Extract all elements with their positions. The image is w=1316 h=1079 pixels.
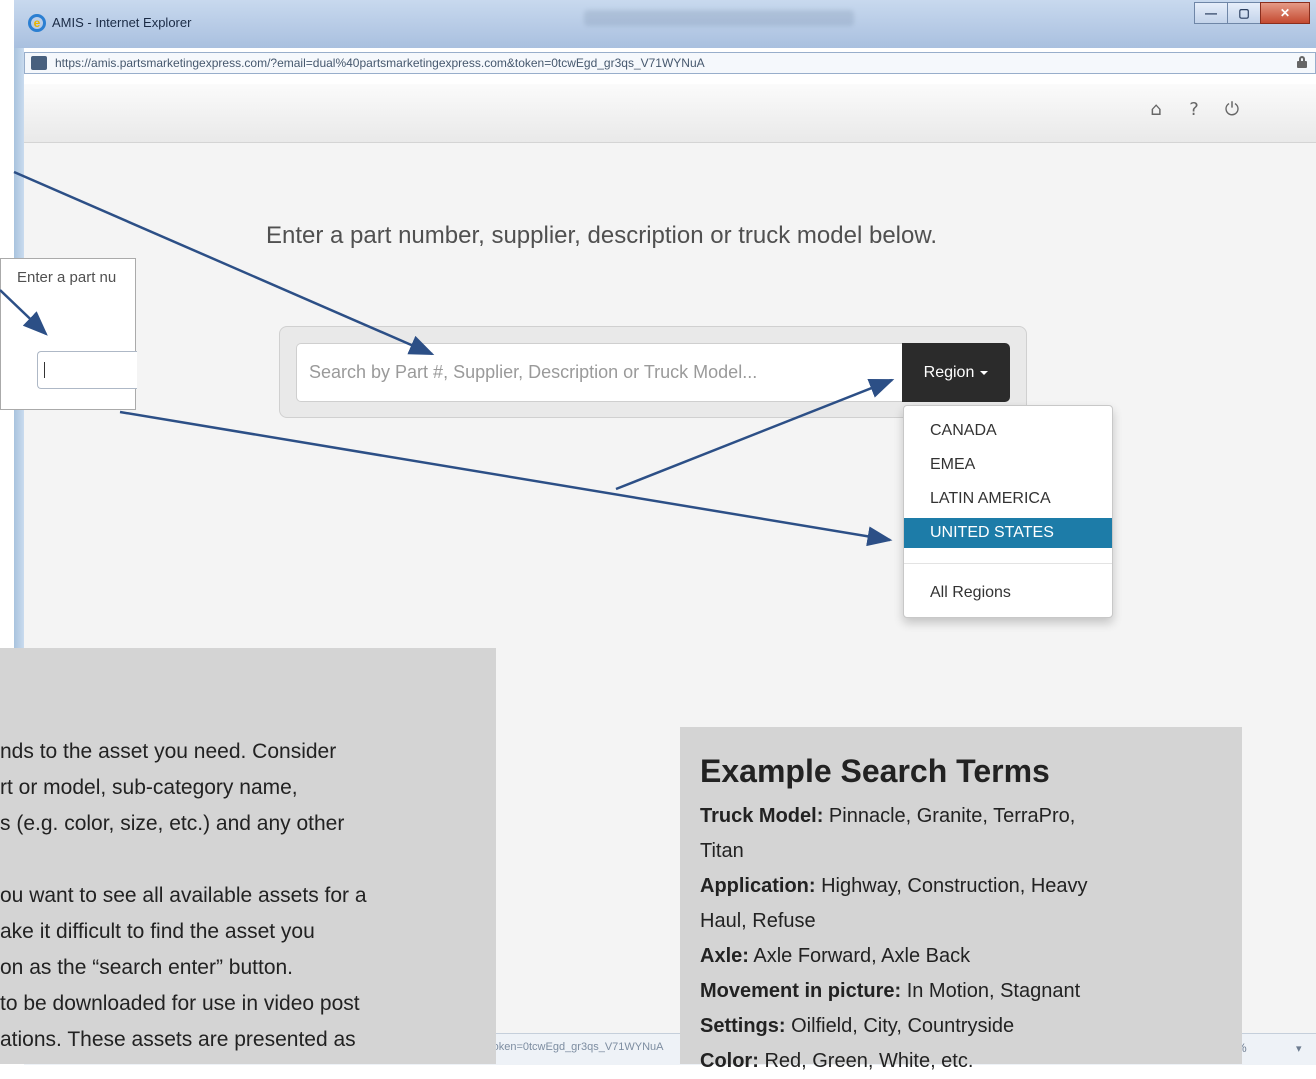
annotation-arrows <box>0 170 895 547</box>
arrow-to-zoom-input <box>0 289 48 336</box>
arrow-to-search-input <box>13 170 435 356</box>
arrow-to-region-button <box>615 378 895 491</box>
arrow-to-united-states <box>119 410 893 547</box>
